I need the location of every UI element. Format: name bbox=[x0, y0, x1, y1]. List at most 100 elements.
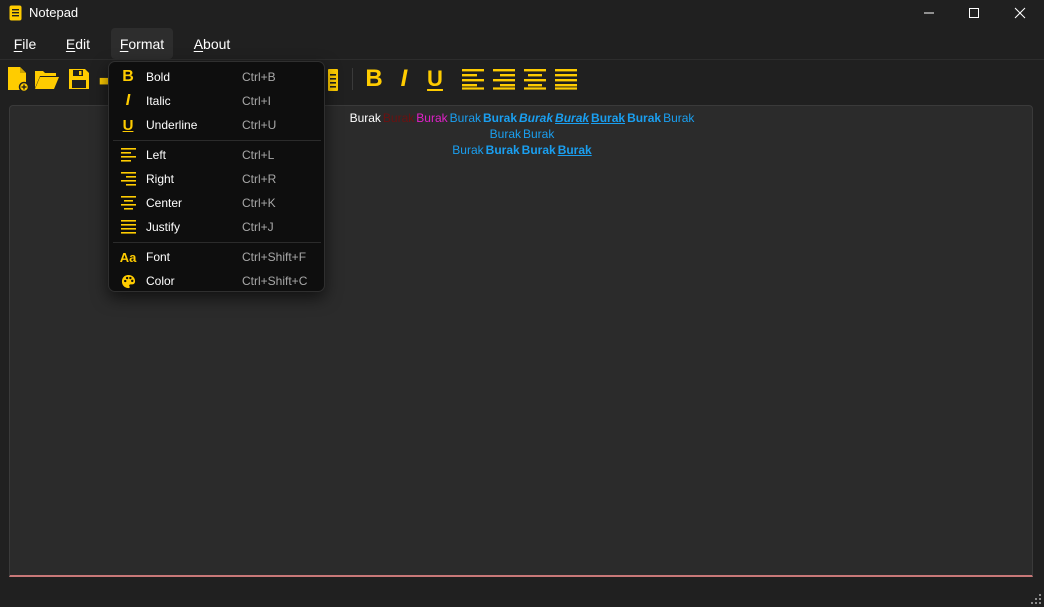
format-menu-italic-label: Italic bbox=[146, 94, 171, 108]
editor-word: Burak bbox=[489, 127, 521, 141]
format-menu-color[interactable]: Color Ctrl+Shift+C bbox=[113, 269, 321, 293]
editor-word: Burak bbox=[591, 111, 626, 125]
bold-icon: B bbox=[122, 68, 134, 85]
editor-word: Burak bbox=[521, 143, 556, 157]
minimize-icon bbox=[924, 12, 934, 14]
editor-word: Burak bbox=[449, 111, 481, 125]
format-menu-right-label: Right bbox=[146, 172, 175, 186]
bold-button[interactable]: B bbox=[360, 65, 388, 93]
menu-edit-mnemonic: E bbox=[65, 35, 76, 52]
format-menu-font-label: Font bbox=[146, 250, 171, 264]
format-menu-right-shortcut: Ctrl+R bbox=[242, 172, 277, 186]
italic-icon: I bbox=[125, 92, 131, 109]
editor-word: Burak bbox=[452, 143, 484, 157]
format-menu-color-label: Color bbox=[146, 274, 175, 288]
menu-about[interactable]: About bbox=[184, 28, 240, 59]
justify-icon bbox=[119, 218, 137, 236]
italic-button[interactable]: I bbox=[390, 65, 418, 93]
format-menu-justify-shortcut: Ctrl+J bbox=[242, 220, 274, 234]
format-menu-left-label: Left bbox=[146, 148, 167, 162]
menu-about-mnemonic: A bbox=[193, 35, 204, 52]
new-file-button[interactable] bbox=[4, 65, 32, 93]
format-menu-left[interactable]: Left Ctrl+L bbox=[113, 143, 321, 167]
save-button[interactable] bbox=[65, 65, 93, 93]
menu-format-mnemonic: F bbox=[119, 35, 129, 52]
folder-open-icon bbox=[35, 71, 59, 89]
justify-button[interactable] bbox=[552, 65, 580, 93]
menu-edit[interactable]: Edit bbox=[56, 28, 100, 59]
notepad-app-icon bbox=[9, 5, 22, 21]
close-icon bbox=[1014, 7, 1026, 19]
menu-format[interactable]: Format bbox=[111, 28, 173, 59]
editor-word: Burak bbox=[416, 111, 448, 125]
underline-button[interactable]: U bbox=[421, 65, 449, 93]
format-menu-color-shortcut: Ctrl+Shift+C bbox=[242, 274, 308, 288]
menu-format-label: ormat bbox=[128, 35, 165, 52]
editor-word: Burak bbox=[555, 111, 590, 125]
format-menu-left-shortcut: Ctrl+L bbox=[242, 148, 275, 162]
resize-grip-icon[interactable] bbox=[1031, 594, 1041, 604]
align-left-icon bbox=[119, 146, 137, 164]
format-menu-italic-shortcut: Ctrl+I bbox=[242, 94, 272, 108]
align-left-icon bbox=[462, 69, 484, 90]
editor-word: Burak bbox=[523, 127, 555, 141]
title-bar: Notepad bbox=[0, 0, 1044, 26]
menu-file[interactable]: File bbox=[5, 28, 45, 59]
bold-icon: B bbox=[365, 65, 383, 92]
menu-file-mnemonic: F bbox=[13, 35, 23, 52]
format-menu-underline[interactable]: U Underline Ctrl+U bbox=[113, 113, 321, 137]
maximize-button[interactable] bbox=[951, 0, 997, 26]
font-icon: Aa bbox=[119, 249, 137, 265]
editor-word: Burak bbox=[483, 111, 518, 125]
save-icon bbox=[69, 69, 89, 89]
editor-word: Burak bbox=[519, 111, 554, 125]
align-center-button[interactable] bbox=[521, 65, 549, 93]
menu-edit-label: dit bbox=[75, 35, 91, 52]
format-menu-italic[interactable]: I Italic Ctrl+I bbox=[113, 89, 321, 113]
align-right-icon bbox=[119, 170, 137, 188]
menu-about-label: bout bbox=[203, 35, 231, 52]
close-button[interactable] bbox=[997, 0, 1043, 26]
format-menu-justify[interactable]: Justify Ctrl+J bbox=[113, 215, 321, 239]
align-left-button[interactable] bbox=[459, 65, 487, 93]
format-menu-dropdown: B Bold Ctrl+B I Italic Ctrl+I U Underlin… bbox=[108, 61, 325, 292]
justify-icon bbox=[555, 69, 577, 90]
underline-icon: U bbox=[122, 116, 134, 134]
align-center-icon bbox=[119, 194, 137, 212]
open-file-button[interactable] bbox=[33, 65, 61, 93]
format-menu-center[interactable]: Center Ctrl+K bbox=[113, 191, 321, 215]
format-menu-underline-shortcut: Ctrl+U bbox=[242, 118, 277, 132]
minimize-button[interactable] bbox=[906, 0, 952, 26]
status-area bbox=[0, 578, 1044, 607]
format-menu-center-label: Center bbox=[146, 196, 183, 210]
editor-word: Burak bbox=[485, 143, 520, 157]
format-menu-center-shortcut: Ctrl+K bbox=[242, 196, 276, 210]
palette-icon bbox=[119, 272, 137, 290]
format-menu-right[interactable]: Right Ctrl+R bbox=[113, 167, 321, 191]
menu-separator bbox=[113, 140, 321, 141]
format-menu-font-shortcut: Ctrl+Shift+F bbox=[242, 250, 307, 264]
italic-icon: I bbox=[400, 65, 408, 92]
window-title: Notepad bbox=[29, 5, 79, 20]
format-menu-font[interactable]: Aa Font Ctrl+Shift+F bbox=[113, 245, 321, 269]
format-menu-underline-label: Underline bbox=[146, 118, 198, 132]
editor-word: Burak bbox=[349, 111, 381, 125]
align-center-icon bbox=[524, 69, 546, 90]
editor-word: Burak bbox=[382, 111, 415, 125]
new-file-icon bbox=[8, 67, 30, 92]
editor-word: Burak bbox=[557, 143, 592, 157]
menu-file-label: ile bbox=[22, 35, 37, 52]
menu-separator bbox=[113, 242, 321, 243]
editor-word: Burak bbox=[627, 111, 662, 125]
format-menu-bold[interactable]: B Bold Ctrl+B bbox=[113, 65, 321, 89]
underline-icon: U bbox=[427, 66, 443, 91]
align-right-icon bbox=[493, 69, 515, 90]
toolbar-separator bbox=[352, 68, 353, 90]
format-menu-justify-label: Justify bbox=[146, 220, 181, 234]
format-menu-bold-shortcut: Ctrl+B bbox=[242, 70, 276, 84]
maximize-icon bbox=[969, 8, 979, 18]
format-menu-bold-label: Bold bbox=[146, 70, 171, 84]
align-right-button[interactable] bbox=[490, 65, 518, 93]
editor-word: Burak bbox=[663, 111, 695, 125]
menu-bar: File Edit Format About bbox=[0, 26, 1044, 60]
